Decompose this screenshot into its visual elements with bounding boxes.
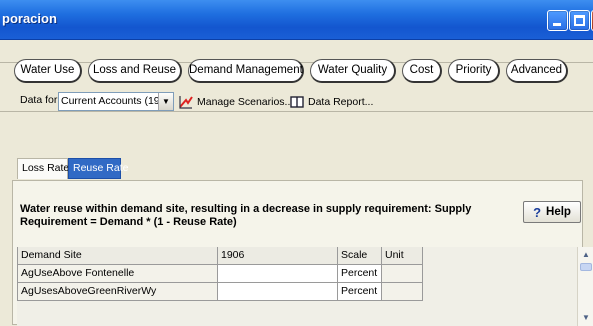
manage-scenarios-label: Manage Scenarios... [197,95,294,108]
subtab-reuse-rate[interactable]: Reuse Rate [68,158,128,179]
tab-loss-and-reuse[interactable]: Loss and Reuse [88,59,182,83]
header-year: 1906 [218,247,338,265]
tab-label: Water Quality [317,64,388,76]
demand-site-cell[interactable]: AgUseAbove Fontenelle [17,265,218,283]
tab-label: Water Use [20,64,75,76]
data-report-button[interactable]: Data Report... [290,92,373,111]
data-grid: Demand Site 1906 Scale Unit AgUseAbove F… [17,247,590,326]
tab-water-quality[interactable]: Water Quality [310,59,396,83]
subtab-loss-rate[interactable]: Loss Rate [17,158,70,179]
header-scale: Scale [338,247,382,265]
maximize-icon [574,15,585,26]
manage-scenarios-button[interactable]: Manage Scenarios... [179,92,293,111]
header-unit: Unit [382,247,423,265]
subtab-label: Reuse Rate [73,162,129,174]
dropdown-arrow-icon[interactable]: ▼ [158,93,173,110]
data-report-label: Data Report... [308,95,374,108]
maximize-button[interactable] [569,10,590,31]
scroll-up-icon[interactable]: ▲ [580,249,592,261]
tab-label: Priority [455,64,492,76]
tab-priority[interactable]: Priority [448,59,500,83]
tab-label: Demand Management [189,64,303,76]
help-label: Help [546,206,571,218]
tab-water-use[interactable]: Water Use [14,59,82,83]
unit-cell[interactable] [382,265,423,283]
minimize-button[interactable] [547,10,568,31]
scroll-thumb[interactable] [580,263,592,271]
window-title: poracion [2,11,57,26]
help-button[interactable]: ? Help [523,201,581,223]
value-cell[interactable] [218,265,338,283]
header-demand-site: Demand Site [17,247,218,265]
tab-advanced[interactable]: Advanced [506,59,568,83]
description-text: Water reuse within demand site, resultin… [20,203,472,228]
tab-demand-management[interactable]: Demand Management [188,59,304,83]
tab-label: Advanced [510,64,563,76]
demand-site-cell[interactable]: AgUsesAboveGreenRiverWy [17,283,218,301]
grid-scrollbar[interactable]: ▲ ▼ [577,247,593,326]
tab-label: Cost [409,64,434,76]
tab-cost[interactable]: Cost [402,59,442,83]
tab-label: Loss and Reuse [92,64,177,76]
scale-cell[interactable]: Percent [338,283,382,301]
scenario-select[interactable]: Current Accounts (1906) ▼ [58,92,174,111]
book-icon [290,95,304,108]
unit-cell[interactable] [382,283,423,301]
value-cell[interactable] [218,283,338,301]
toolbar-divider [0,111,593,112]
help-question-icon: ? [533,204,542,220]
minimize-icon [553,23,561,26]
data-for-label: Data for: [20,94,61,106]
subtab-label: Loss Rate [22,162,70,174]
scale-cell[interactable]: Percent [338,265,382,283]
title-bar: poracion X [0,0,593,40]
scroll-down-icon[interactable]: ▼ [580,312,592,324]
scenario-chart-icon [179,95,193,109]
